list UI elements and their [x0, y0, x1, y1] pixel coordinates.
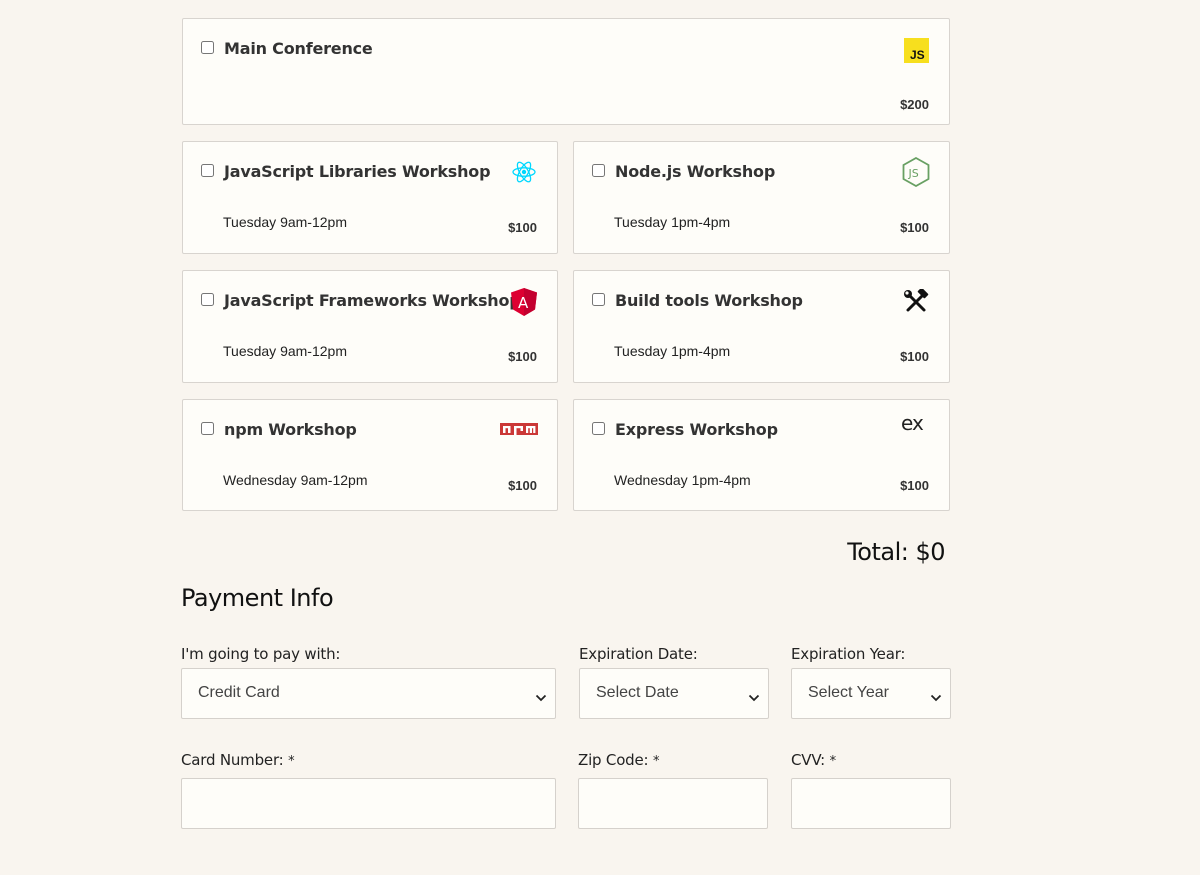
card-number-label-text: Card Number: [181, 751, 284, 769]
expiration-year-label: Expiration Year: [791, 645, 906, 663]
workshop-card-express: Express Workshop ex Wednesday 1pm-4pm $1… [573, 399, 950, 511]
workshop-card-npm: npm Workshop Wednesday 9am-12pm $100 [182, 399, 558, 511]
workshop-time: Wednesday 1pm-4pm [614, 472, 751, 488]
nodejs-checkbox[interactable] [592, 164, 605, 177]
chevron-down-icon [748, 689, 760, 707]
expiration-date-value: Select Date [596, 684, 679, 701]
workshop-price: $100 [508, 220, 537, 235]
chevron-down-icon [930, 689, 942, 707]
workshop-price: $100 [900, 349, 929, 364]
payment-method-value: Credit Card [198, 684, 280, 701]
workshop-time: Wednesday 9am-12pm [223, 472, 368, 488]
js-frameworks-checkbox[interactable] [201, 293, 214, 306]
npm-icon [500, 423, 538, 442]
svg-text:A: A [518, 294, 529, 312]
required-marker: * [652, 754, 660, 769]
workshop-title: Node.js Workshop [615, 162, 776, 181]
react-icon [511, 159, 537, 190]
workshop-title: Main Conference [224, 39, 373, 58]
chevron-down-icon [535, 689, 547, 707]
cvv-label: CVV: * [791, 751, 836, 769]
cvv-input[interactable] [791, 778, 951, 829]
workshop-card-nodejs: Node.js Workshop JS Tuesday 1pm-4pm $100 [573, 141, 950, 254]
angular-icon: A [511, 288, 537, 321]
workshop-price: $100 [508, 478, 537, 493]
workshop-title: JavaScript Frameworks Workshop [224, 291, 521, 310]
workshop-price: $200 [900, 97, 929, 112]
expiration-year-select[interactable]: Select Year [791, 668, 951, 719]
card-number-input[interactable] [181, 778, 556, 829]
pay-with-label: I'm going to pay with: [181, 645, 341, 663]
cvv-label-text: CVV: [791, 751, 826, 769]
workshop-time: Tuesday 9am-12pm [223, 214, 347, 230]
workshop-price: $100 [900, 478, 929, 493]
payment-method-select[interactable]: Credit Card [181, 668, 556, 719]
workshop-card-js-frameworks: JavaScript Frameworks Workshop A Tuesday… [182, 270, 558, 383]
express-checkbox[interactable] [592, 422, 605, 435]
workshop-time: Tuesday 1pm-4pm [614, 343, 731, 359]
svg-text:JS: JS [908, 167, 919, 180]
total-cost: Total: $0 [847, 538, 945, 566]
svg-text:JS: JS [910, 48, 925, 62]
express-icon: ex [901, 411, 929, 439]
workshop-card-js-libraries: JavaScript Libraries Workshop Tuesday 9a… [182, 141, 558, 254]
workshop-time: Tuesday 9am-12pm [223, 343, 347, 359]
zip-code-label: Zip Code: * [578, 751, 659, 769]
js-libraries-checkbox[interactable] [201, 164, 214, 177]
required-marker: * [829, 754, 837, 769]
workshop-price: $100 [508, 349, 537, 364]
expiration-date-label: Expiration Date: [579, 645, 698, 663]
main-conference-checkbox[interactable] [201, 41, 214, 54]
workshop-title: npm Workshop [224, 420, 357, 439]
workshop-price: $100 [900, 220, 929, 235]
zip-code-input[interactable] [578, 778, 768, 829]
javascript-icon: JS [904, 38, 929, 68]
tools-icon [903, 287, 929, 318]
nodejs-icon: JS [902, 156, 930, 192]
npm-checkbox[interactable] [201, 422, 214, 435]
expiration-year-value: Select Year [808, 684, 889, 701]
workshop-card-main-conference: Main Conference JS $200 [182, 18, 950, 125]
workshop-card-build-tools: Build tools Workshop Tuesday 1pm-4pm $10… [573, 270, 950, 383]
workshop-title: JavaScript Libraries Workshop [224, 162, 491, 181]
required-marker: * [288, 754, 295, 769]
expiration-date-select[interactable]: Select Date [579, 668, 769, 719]
workshop-title: Build tools Workshop [615, 291, 803, 310]
build-tools-checkbox[interactable] [592, 293, 605, 306]
svg-text:ex: ex [901, 414, 924, 434]
card-number-label: Card Number: * [181, 751, 295, 769]
payment-info-heading: Payment Info [181, 584, 334, 612]
workshop-title: Express Workshop [615, 420, 778, 439]
workshop-time: Tuesday 1pm-4pm [614, 214, 731, 230]
zip-code-label-text: Zip Code: [578, 751, 649, 769]
